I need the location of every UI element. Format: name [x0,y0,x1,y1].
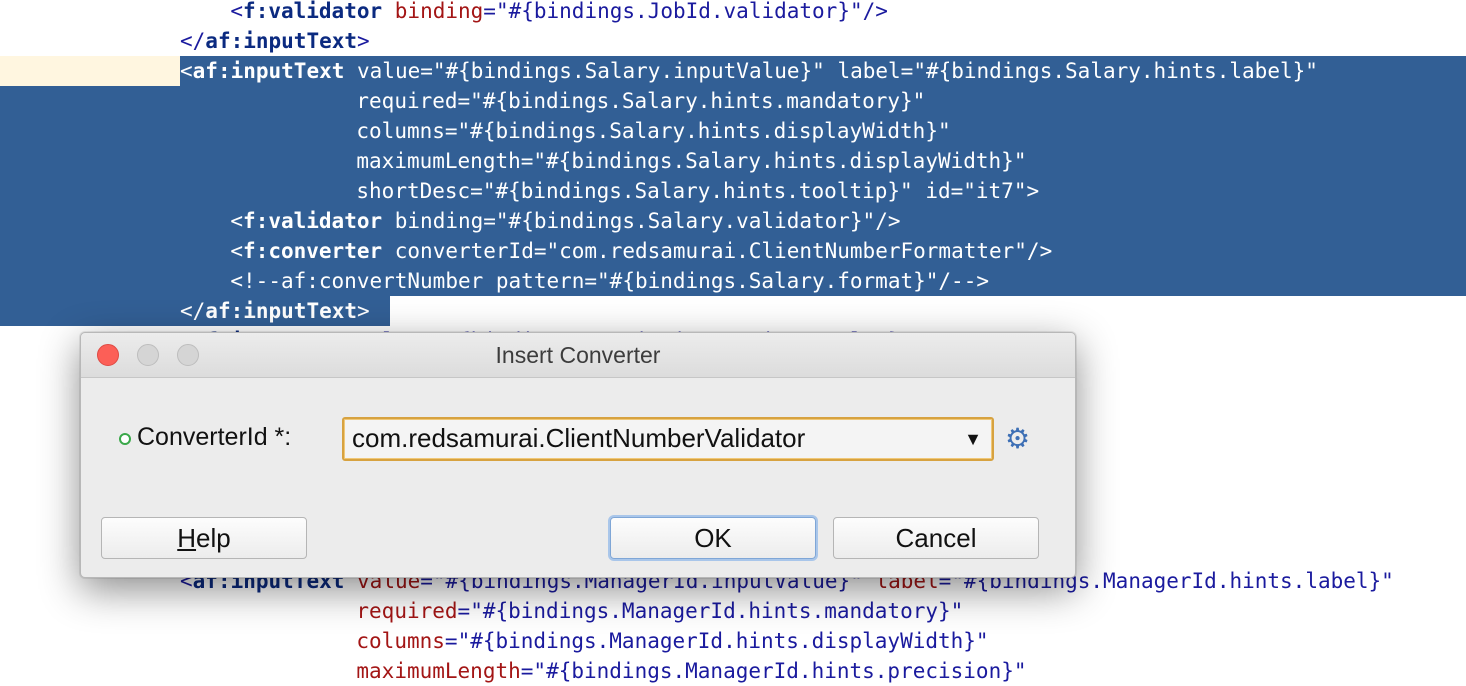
code-line: </af:inputText> [0,26,1466,56]
code-token: maximumLength="#{bindings.Salary.hints.d… [356,149,1027,173]
code-line: <af:inputText value="#{bindings.Salary.i… [0,56,1466,86]
code-token: f:validator [243,0,383,23]
code-token: required [356,599,458,623]
code-token: "#{bindings.JobId.validator}" [495,0,863,23]
code-text: <f:validator binding="#{bindings.JobId.v… [230,0,888,26]
code-token: shortDesc="#{bindings.Salary.hints.toolt… [356,179,1040,203]
code-token: </ [180,299,206,323]
dialog-title: Insert Converter [495,342,661,368]
code-line: shortDesc="#{bindings.Salary.hints.toolt… [0,176,1466,206]
code-text: maximumLength="#{bindings.Salary.hints.d… [356,146,1026,176]
code-token: = [520,659,534,683]
converter-id-row: ConverterId *: com.redsamurai.ClientNumb… [81,417,1075,463]
code-line: required="#{bindings.ManagerId.hints.man… [0,596,1466,626]
code-token: binding="#{bindings.Salary.validator}"/> [382,209,901,233]
help-label-rest: elp [196,523,231,553]
code-text: </af:inputText> [180,26,370,56]
code-token: af:inputText [205,29,358,53]
gear-icon[interactable]: ⚙ [1005,425,1030,453]
code-token: /> [862,0,888,23]
code-line: columns="#{bindings.Salary.hints.display… [0,116,1466,146]
code-token: "#{bindings.ManagerId.hints.displayWidth… [457,629,989,653]
code-token: > [357,299,370,323]
cancel-button[interactable]: Cancel [833,517,1039,559]
code-text: maximumLength="#{bindings.ManagerId.hint… [356,656,1026,686]
code-text: </af:inputText> [180,296,370,326]
code-line: <!--af:convertNumber pattern="#{bindings… [0,266,1466,296]
code-token: binding [394,0,484,23]
chevron-down-icon[interactable]: ▼ [964,429,982,450]
help-button[interactable]: Help [101,517,307,559]
code-text: <f:validator binding="#{bindings.Salary.… [230,206,900,236]
code-text: <f:converter converterId="com.redsamurai… [230,236,1052,266]
code-text: columns="#{bindings.ManagerId.hints.disp… [356,626,988,656]
code-token: = [457,599,471,623]
code-text: <!--af:convertNumber pattern="#{bindings… [230,266,989,296]
dialog-titlebar[interactable]: Insert Converter [81,333,1075,378]
code-line: columns="#{bindings.ManagerId.hints.disp… [0,626,1466,656]
code-text: columns="#{bindings.Salary.hints.display… [356,116,950,146]
code-token: f:converter [243,239,383,263]
help-mnemonic: H [177,523,197,553]
code-token: columns [356,629,445,653]
converter-id-label: ConverterId *: [137,423,292,451]
code-text: <af:inputText value="#{bindings.Salary.i… [180,56,1318,86]
code-token: < [180,59,193,83]
code-token: af:inputText [192,59,345,83]
code-line: <f:validator binding="#{bindings.JobId.v… [0,0,1466,26]
code-line: <f:converter converterId="com.redsamurai… [0,236,1466,266]
code-token: maximumLength [356,659,521,683]
code-token: f:validator [243,209,383,233]
code-token: > [357,29,370,53]
code-text: shortDesc="#{bindings.Salary.hints.toolt… [356,176,1039,206]
code-token: value="#{bindings.Salary.inputValue}" la… [344,59,1318,83]
required-indicator-icon [119,433,131,445]
ok-button[interactable]: OK [610,517,816,559]
code-line: maximumLength="#{bindings.Salary.hints.d… [0,146,1466,176]
code-line: <f:validator binding="#{bindings.Salary.… [0,206,1466,236]
converter-id-value: com.redsamurai.ClientNumberValidator [352,423,806,453]
code-token: < [230,0,244,23]
insert-converter-dialog: Insert Converter ConverterId *: com.reds… [80,332,1076,578]
code-token: required="#{bindings.Salary.hints.mandat… [356,89,926,113]
code-token: = [483,0,496,23]
code-line: </af:inputText> [0,296,1466,326]
code-token: "#{bindings.ManagerId.hints.precision}" [533,659,1027,683]
code-token: = [444,629,458,653]
code-token: < [230,239,244,263]
code-token: < [230,209,244,233]
code-token: af:inputText [205,299,358,323]
code-text: required="#{bindings.Salary.hints.mandat… [356,86,925,116]
code-token: <!--af:convertNumber pattern="#{bindings… [230,269,989,293]
code-token: "#{bindings.ManagerId.hints.mandatory}" [470,599,964,623]
current-line-marker [0,56,180,86]
code-line: maximumLength="#{bindings.ManagerId.hint… [0,656,1466,686]
code-text: required="#{bindings.ManagerId.hints.man… [356,596,963,626]
code-token: columns="#{bindings.Salary.hints.display… [356,119,951,143]
code-token: converterId="com.redsamurai.ClientNumber… [382,239,1053,263]
code-line: required="#{bindings.Salary.hints.mandat… [0,86,1466,116]
code-token: </ [180,29,206,53]
converter-id-combobox[interactable]: com.redsamurai.ClientNumberValidator ▼ [342,417,994,461]
